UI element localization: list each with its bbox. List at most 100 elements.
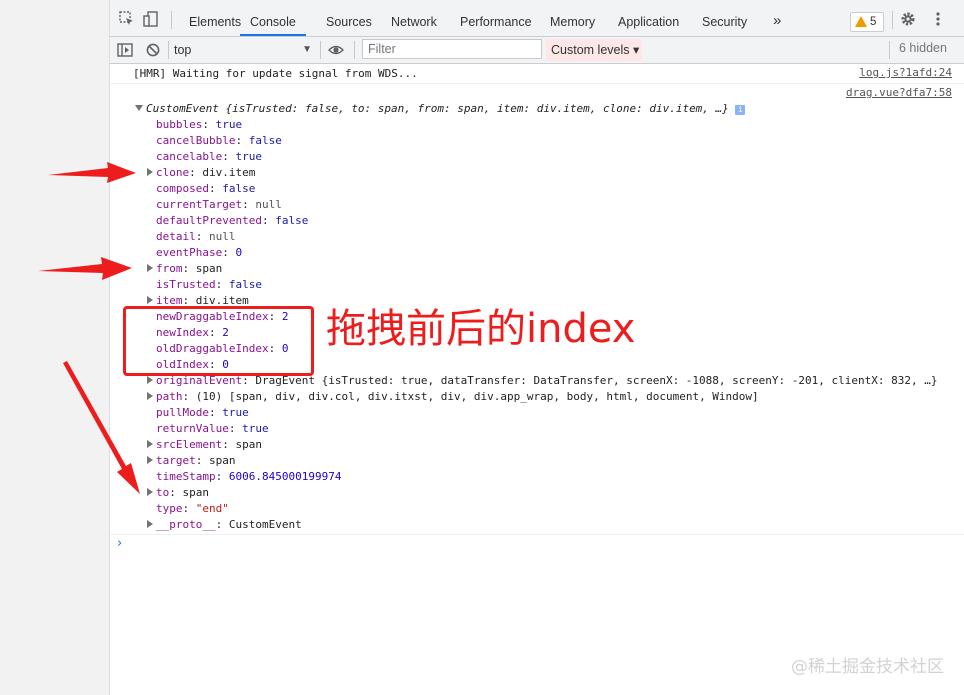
property-value: true bbox=[242, 422, 269, 435]
chevron-down-icon: ▼ bbox=[302, 44, 312, 55]
property-key: from bbox=[156, 262, 183, 275]
info-icon[interactable]: i bbox=[735, 105, 746, 115]
expand-triangle-icon[interactable] bbox=[147, 264, 153, 272]
console-prompt-icon[interactable]: › bbox=[117, 536, 122, 551]
property-value: false bbox=[228, 278, 262, 291]
expand-triangle-icon[interactable] bbox=[147, 456, 153, 464]
tab-security[interactable]: Security bbox=[702, 0, 747, 36]
filter-input[interactable]: Filter bbox=[362, 39, 542, 59]
property-colon: : bbox=[208, 406, 223, 419]
live-expression-eye-icon[interactable] bbox=[328, 42, 344, 58]
expand-triangle-icon[interactable] bbox=[147, 376, 153, 384]
property-colon: : bbox=[235, 134, 249, 147]
log-source-link[interactable]: drag.vue?dfa7:58 bbox=[846, 86, 952, 99]
property-row-timeStamp: timeStamp: 6006.845000199974 bbox=[147, 469, 341, 485]
tab-elements[interactable]: Elements bbox=[189, 0, 241, 36]
property-value: (10) [span, div, div.col, div.itxst, div… bbox=[195, 390, 759, 403]
warning-icon bbox=[855, 16, 867, 27]
property-colon: : bbox=[182, 262, 196, 275]
property-key: composed bbox=[156, 182, 209, 195]
devtools-tabbar: Elements Console Sources Network Perform… bbox=[110, 0, 964, 37]
property-row-proto[interactable]: __proto__: CustomEvent bbox=[147, 517, 302, 533]
property-row-type: type: "end" bbox=[147, 501, 229, 517]
property-key: clone bbox=[156, 166, 190, 179]
property-value: "end" bbox=[195, 502, 229, 515]
tabbar-separator bbox=[892, 11, 893, 29]
property-colon: : bbox=[228, 422, 243, 435]
property-colon: : bbox=[215, 278, 229, 291]
tab-memory[interactable]: Memory bbox=[550, 0, 595, 36]
property-value: true bbox=[215, 118, 243, 131]
property-value: null bbox=[209, 230, 236, 243]
property-colon: : bbox=[222, 438, 236, 451]
property-colon: : bbox=[182, 390, 196, 403]
property-key: pullMode bbox=[156, 406, 209, 419]
tab-sources[interactable]: Sources bbox=[326, 0, 372, 36]
property-value: span bbox=[182, 486, 210, 499]
property-colon: : bbox=[215, 518, 229, 531]
log-row-divider bbox=[110, 83, 964, 84]
property-colon: : bbox=[189, 166, 203, 179]
inspect-element-icon[interactable] bbox=[119, 11, 135, 27]
watermark: @稀土掘金技术社区 bbox=[791, 657, 944, 677]
property-key: bubbles bbox=[156, 118, 203, 131]
expand-triangle-icon[interactable] bbox=[147, 296, 153, 304]
log-message: [HMR] Waiting for update signal from WDS… bbox=[133, 67, 418, 80]
property-row-to[interactable]: to: span bbox=[147, 485, 209, 501]
property-key: eventPhase bbox=[156, 246, 223, 259]
log-source-link[interactable]: log.js?1afd:24 bbox=[859, 66, 952, 79]
property-colon: : bbox=[208, 182, 223, 195]
property-row-currentTarget: currentTarget: null bbox=[147, 197, 282, 213]
property-row-clone[interactable]: clone: div.item bbox=[147, 165, 255, 181]
expand-triangle-icon[interactable] bbox=[147, 440, 153, 448]
expand-triangle-icon[interactable] bbox=[147, 520, 153, 528]
property-value: DragEvent {isTrusted: true, dataTransfer… bbox=[255, 374, 938, 387]
property-colon: : bbox=[215, 470, 229, 483]
property-key: to bbox=[156, 486, 170, 499]
property-row-bubbles: bubbles: true bbox=[147, 117, 242, 133]
property-colon: : bbox=[242, 198, 256, 211]
property-row-srcElement[interactable]: srcElement: span bbox=[147, 437, 262, 453]
property-key: srcElement bbox=[156, 438, 223, 451]
more-tabs-icon[interactable]: » bbox=[773, 0, 781, 36]
property-key: timeStamp bbox=[156, 470, 216, 483]
property-colon: : bbox=[222, 246, 236, 259]
settings-gear-icon[interactable] bbox=[900, 11, 916, 27]
console-toolbar: top ▼ Filter Custom levels ▾ 6 hidden bbox=[110, 37, 964, 64]
event-class-name: CustomEvent bbox=[146, 102, 219, 115]
index-annotation: 拖拽前后的index bbox=[326, 306, 636, 352]
property-key: isTrusted bbox=[156, 278, 216, 291]
property-value: false bbox=[222, 182, 256, 195]
property-row-target[interactable]: target: span bbox=[147, 453, 236, 469]
toolbar-separator bbox=[354, 41, 355, 59]
expand-triangle-icon[interactable] bbox=[147, 392, 153, 400]
log-levels-dropdown[interactable]: Custom levels ▾ bbox=[546, 39, 642, 61]
event-object-header[interactable]: CustomEvent {isTrusted: false, to: span,… bbox=[135, 101, 746, 117]
property-row-path[interactable]: path: (10) [span, div, div.col, div.itxs… bbox=[147, 389, 759, 405]
property-row-composed: composed: false bbox=[147, 181, 255, 197]
clear-console-icon[interactable] bbox=[145, 42, 161, 58]
tab-network[interactable]: Network bbox=[391, 0, 437, 36]
tab-performance[interactable]: Performance bbox=[460, 0, 532, 36]
expand-triangle-icon[interactable] bbox=[147, 488, 153, 496]
property-value: 6006.845000199974 bbox=[228, 470, 342, 483]
property-key: detail bbox=[156, 230, 196, 243]
device-toolbar-icon[interactable] bbox=[143, 11, 159, 27]
property-colon: : bbox=[195, 454, 209, 467]
page-left-gutter bbox=[0, 0, 110, 695]
tab-console[interactable]: Console bbox=[240, 0, 306, 36]
property-row-returnValue: returnValue: true bbox=[147, 421, 269, 437]
property-value: false bbox=[248, 134, 282, 147]
property-key: cancelable bbox=[156, 150, 223, 163]
expand-triangle-icon[interactable] bbox=[135, 105, 143, 111]
property-colon: : bbox=[261, 214, 276, 227]
property-row-from[interactable]: from: span bbox=[147, 261, 222, 277]
show-sidebar-icon[interactable] bbox=[117, 42, 133, 58]
context-select[interactable]: top ▼ bbox=[174, 40, 312, 60]
expand-triangle-icon[interactable] bbox=[147, 168, 153, 176]
property-colon: : bbox=[195, 230, 209, 243]
index-highlight-box bbox=[123, 306, 314, 376]
tab-application[interactable]: Application bbox=[618, 0, 679, 36]
more-options-icon[interactable] bbox=[930, 11, 946, 27]
warning-counter[interactable]: 5 bbox=[850, 12, 884, 32]
